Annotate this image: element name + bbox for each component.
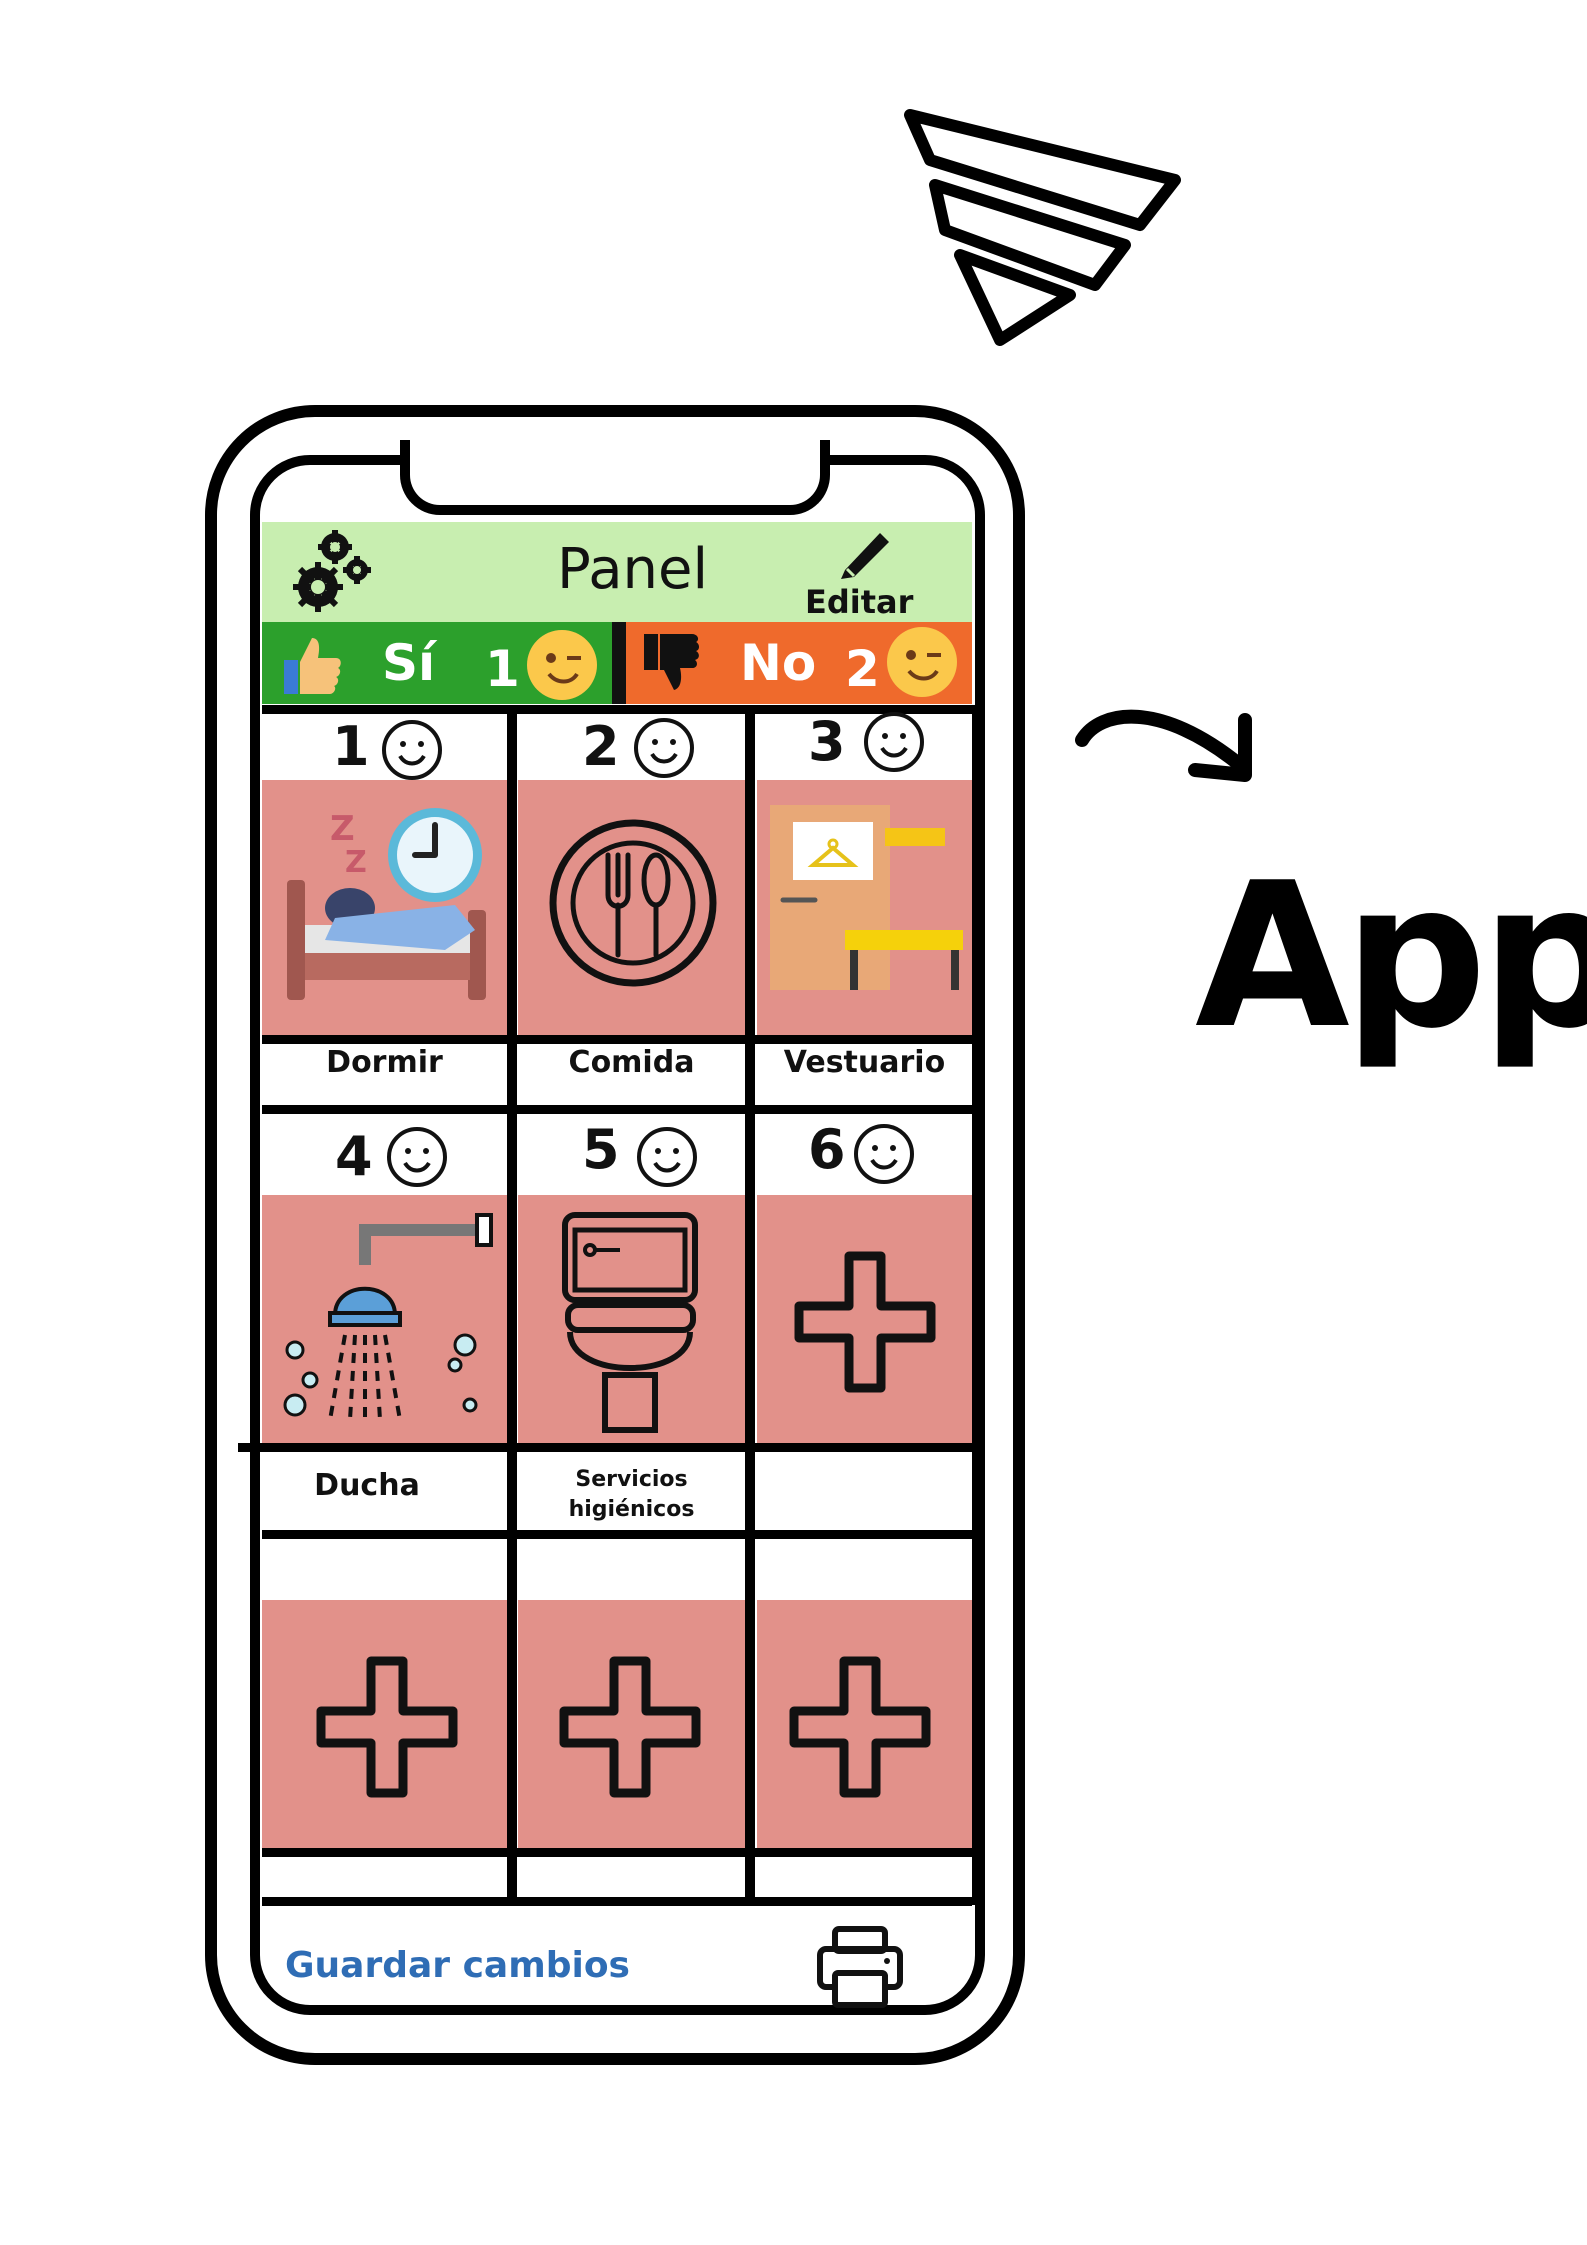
item-label: Vestuario — [783, 1045, 946, 1080]
smiley-icon — [864, 712, 924, 772]
item-number: 5 — [582, 1118, 620, 1181]
printer-icon[interactable] — [815, 1925, 905, 2010]
yes-count: 1 — [485, 640, 520, 698]
phone-notch — [400, 440, 830, 515]
item-label-line1: Servicios — [575, 1467, 688, 1492]
yes-label: Sí — [382, 634, 436, 692]
curved-arrow-icon — [1075, 709, 1252, 782]
plus-icon[interactable] — [315, 1655, 460, 1800]
gear-icon[interactable] — [285, 525, 380, 620]
grid-line — [262, 1848, 972, 1857]
grid-line — [972, 705, 980, 1905]
wifi-signal-icon — [904, 109, 1181, 346]
grid-line — [745, 705, 755, 1905]
plus-icon[interactable] — [788, 1655, 933, 1800]
item-label: Dormir — [326, 1045, 443, 1080]
grid-line — [262, 1897, 972, 1906]
bar-divider — [612, 622, 626, 704]
grid-line — [238, 1443, 972, 1452]
item-label: Comida — [568, 1045, 695, 1080]
smiley-icon — [637, 1127, 697, 1187]
svg-text:Z: Z — [330, 809, 355, 849]
item-number: 4 — [335, 1125, 373, 1188]
wardrobe-room-icon — [770, 805, 963, 990]
pencil-icon[interactable] — [835, 525, 895, 580]
grid-line — [262, 1105, 972, 1114]
item-label-line2: higiénicos — [568, 1497, 695, 1522]
page-title: Panel — [556, 537, 709, 602]
grid-line — [262, 1530, 972, 1539]
save-button[interactable]: Guardar cambios — [285, 1945, 630, 1986]
toilet-icon — [562, 1212, 698, 1433]
item-label: Ducha — [314, 1468, 420, 1503]
no-label: No — [740, 634, 817, 692]
smiley-icon — [387, 1127, 447, 1187]
thumbs-up-icon — [284, 638, 341, 694]
thumbs-down-icon — [644, 634, 699, 690]
wink-face-icon — [887, 627, 957, 697]
wink-face-icon — [527, 630, 597, 700]
shower-icon — [283, 1213, 493, 1421]
sleeping-bed-clock-icon: Z Z — [287, 808, 486, 1000]
smiley-icon — [854, 1124, 914, 1184]
plus-icon[interactable] — [793, 1250, 938, 1395]
grid-line — [262, 1035, 972, 1044]
item-number: 3 — [808, 710, 846, 773]
smiley-icon — [634, 718, 694, 778]
item-number: 1 — [332, 715, 370, 778]
svg-text:Z: Z — [345, 845, 367, 880]
item-number: 2 — [582, 715, 620, 778]
plate-fork-spoon-icon — [549, 819, 717, 987]
plus-icon[interactable] — [558, 1655, 703, 1800]
smiley-icon — [382, 720, 442, 780]
no-count: 2 — [845, 640, 880, 698]
app-label: App — [1195, 840, 1587, 1073]
grid-line — [507, 705, 517, 1905]
edit-button[interactable]: Editar — [805, 583, 913, 621]
item-number: 6 — [808, 1118, 846, 1181]
